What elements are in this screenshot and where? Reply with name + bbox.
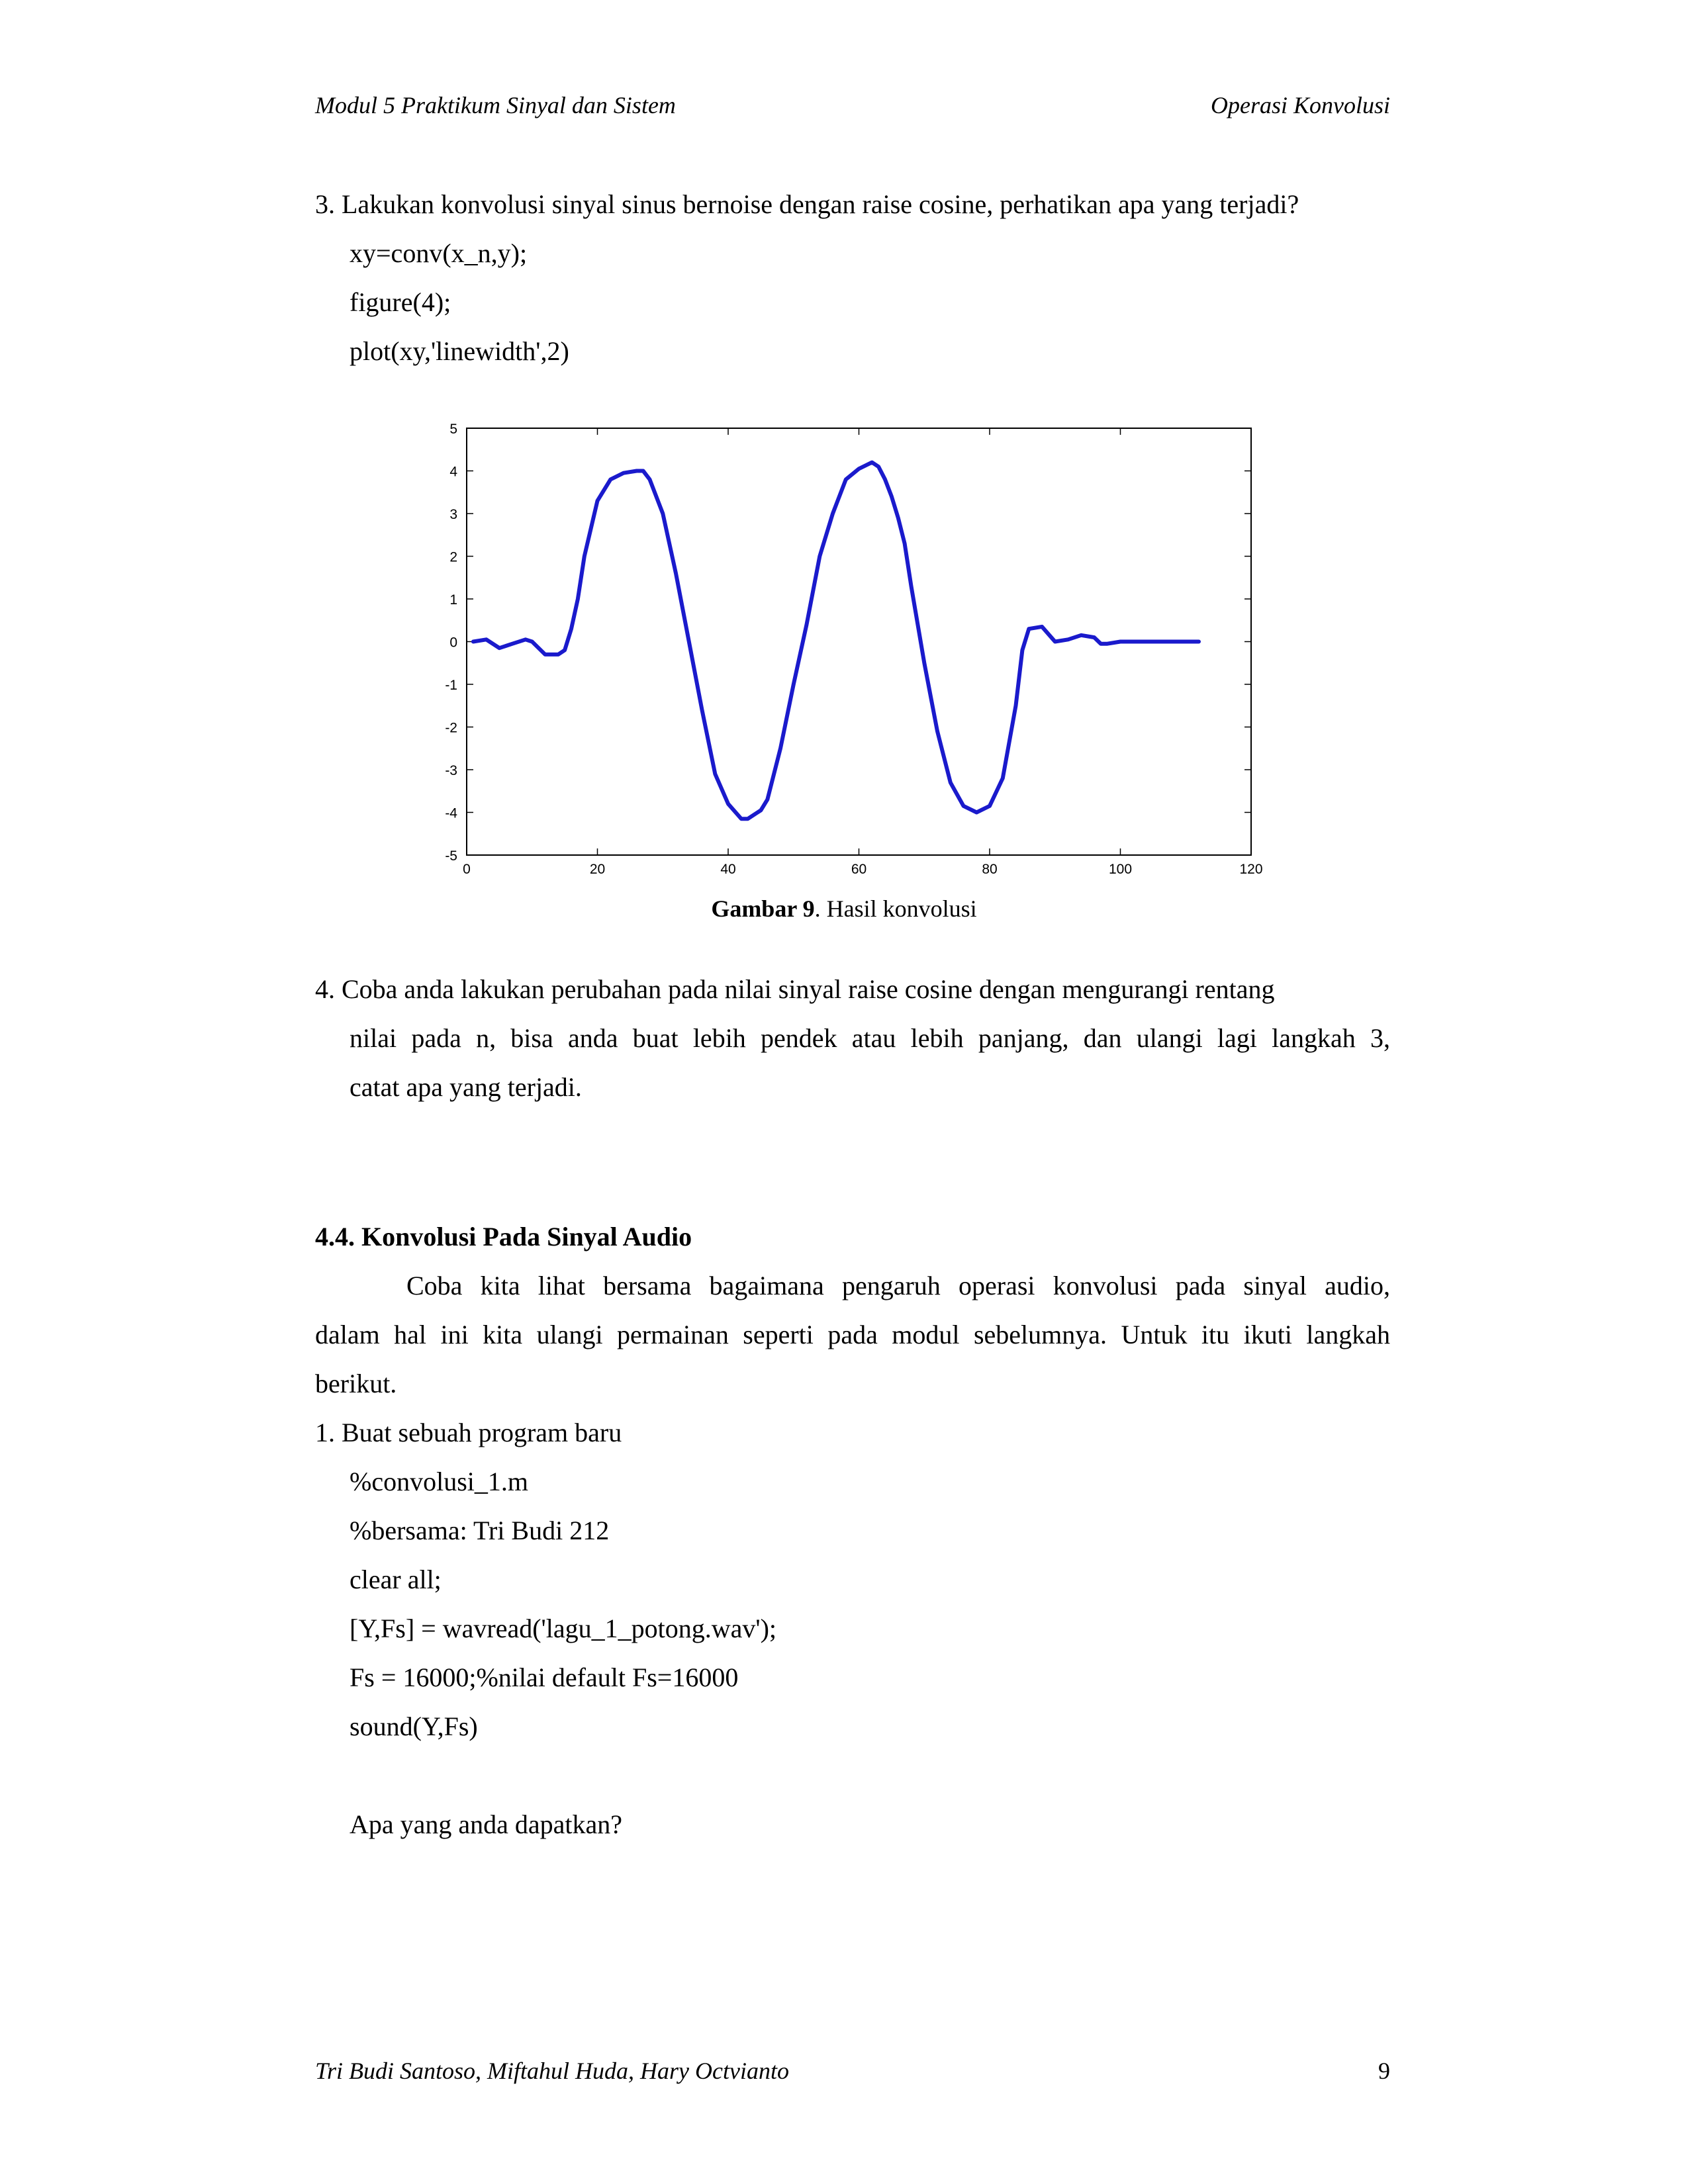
x-tick-label: 100: [1109, 862, 1132, 877]
convolution-result-chart: 0 20 40 60 80 100 120 5 4 3 2 1 0 -1 -2 -3 -4 -5: [445, 422, 1262, 877]
caption-text: . Hasil konvolusi: [814, 895, 977, 922]
step-4-line: nilai pada n, bisa anda buat lebih pende…: [350, 1023, 1390, 1053]
section-heading: 4.4. Konvolusi Pada Sinyal Audio: [315, 1222, 692, 1251]
code-line: figure(4);: [350, 287, 451, 317]
question-text: Apa yang anda dapatkan?: [350, 1809, 623, 1839]
paragraph-line: Coba kita lihat bersama bagaimana pengar…: [406, 1271, 1390, 1300]
code-line: Fs = 16000;%nilai default Fs=16000: [350, 1662, 739, 1692]
code-line: [Y,Fs] = wavread('lagu_1_potong.wav');: [350, 1614, 776, 1643]
running-header-left: Modul 5 Praktikum Sinyal dan Sistem: [315, 92, 676, 118]
x-tick-label: 20: [590, 862, 605, 877]
x-tick-label: 120: [1239, 862, 1262, 877]
code-line: plot(xy,'linewidth',2): [350, 336, 569, 366]
step-4-line: catat apa yang terjadi.: [350, 1072, 582, 1102]
y-tick-label: 5: [449, 422, 457, 437]
x-tick-label: 80: [982, 862, 997, 877]
step-3-text: 3. Lakukan konvolusi sinyal sinus bernoi…: [315, 189, 1299, 219]
y-tick-label: 2: [449, 550, 457, 565]
caption-label: Gambar 9: [711, 895, 815, 922]
code-line: %convolusi_1.m: [350, 1467, 528, 1496]
x-tick-label: 40: [720, 862, 735, 877]
y-tick-label: -4: [445, 806, 457, 821]
figure-caption: Gambar 9. Hasil konvolusi: [0, 895, 1688, 923]
paragraph-line: berikut.: [315, 1369, 397, 1398]
y-tick-label: 4: [449, 465, 457, 480]
code-line: clear all;: [350, 1565, 442, 1594]
step-4-line: 4. Coba anda lakukan perubahan pada nila…: [315, 974, 1275, 1004]
code-line: xy=conv(x_n,y);: [350, 238, 528, 268]
y-tick-label: -1: [445, 678, 457, 693]
y-tick-label: -5: [445, 848, 457, 864]
y-tick-label: 0: [449, 635, 457, 651]
x-tick-label: 60: [851, 862, 867, 877]
paragraph-line: dalam hal ini kita ulangi permainan sepe…: [315, 1320, 1390, 1349]
running-header-right: Operasi Konvolusi: [1210, 92, 1390, 118]
y-tick-label: -3: [445, 763, 457, 778]
step-1-text: 1. Buat sebuah program baru: [315, 1418, 622, 1447]
footer-authors: Tri Budi Santoso, Miftahul Huda, Hary Oc…: [315, 2058, 789, 2084]
page-number: 9: [1378, 2058, 1390, 2084]
y-tick-label: -2: [445, 721, 457, 736]
y-tick-label: 3: [449, 507, 457, 522]
x-tick-label: 0: [463, 862, 471, 877]
code-line: sound(Y,Fs): [350, 1711, 478, 1741]
code-line: %bersama: Tri Budi 212: [350, 1516, 610, 1545]
y-tick-label: 1: [449, 592, 457, 608]
